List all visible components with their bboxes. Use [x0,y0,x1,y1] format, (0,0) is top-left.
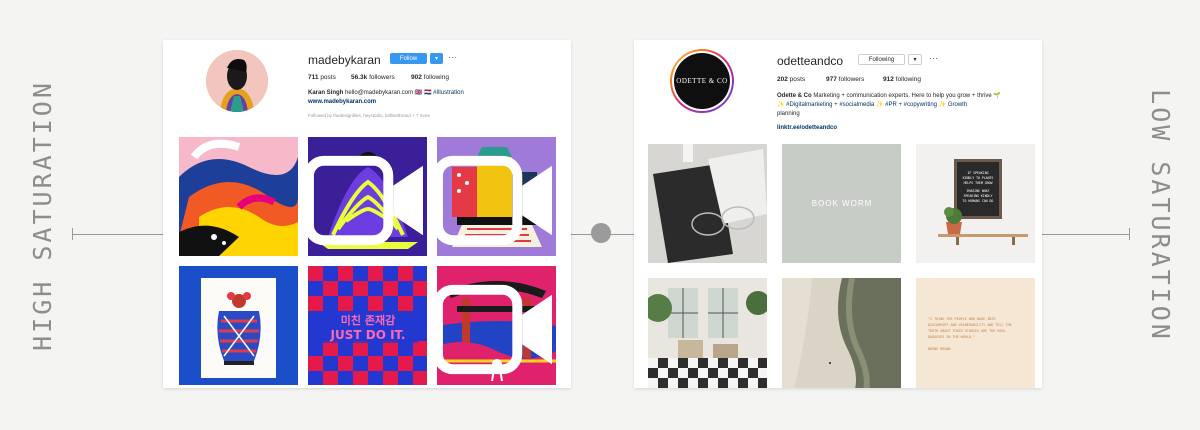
post-tile[interactable] [437,266,556,385]
post-tile[interactable] [308,137,427,256]
followers-count[interactable]: 977 followers [826,76,864,83]
svg-text:KINDLY TO PLANTS: KINDLY TO PLANTS [963,176,994,180]
post-tile[interactable] [179,137,298,256]
post-tile[interactable] [179,266,298,385]
svg-text:TRUTH ABOUT THEIR STORIES ARE: TRUTH ABOUT THEIR STORIES ARE THE REAL [928,329,1006,333]
post-tile[interactable] [782,278,901,388]
post-tile[interactable]: "I THINK THE PEOPLE WHO WADE INTO DISCOM… [916,278,1035,388]
high-saturation-label: HIGH SATURATION [27,79,57,351]
svg-text:BADASSES IN THE WORLD.": BADASSES IN THE WORLD." [928,335,975,339]
username: odetteandco [777,54,844,68]
followers-count[interactable]: 56.3k followers [351,74,395,81]
avatar-logo-text: ODETTE & CO [676,77,728,85]
axis-tick-left [72,228,73,240]
vase-illustration-image [179,266,298,385]
following-count[interactable]: 902 following [411,74,449,81]
avatar-illustration [206,50,268,112]
website-link[interactable]: linktr.ee/odetteandco [777,124,837,133]
post-tile[interactable] [648,278,767,388]
svg-text:"I THINK THE PEOPLE WHO WADE I: "I THINK THE PEOPLE WHO WADE INTO [928,317,995,321]
website-link[interactable]: www.madebykaran.com [308,98,376,107]
more-options-icon[interactable]: ··· [448,53,458,62]
post-tile[interactable]: 미친 존재감 JUST DO IT. [308,266,427,385]
book-worm-image: BOOK WORM [782,144,901,263]
book-worm-text: BOOK WORM [812,199,873,208]
post-tile[interactable]: IF SPEAKING KINDLY TO PLANTS HELPS THEM … [916,144,1035,263]
svg-text:JUST DO IT.: JUST DO IT. [330,328,406,342]
aerial-beach-image [782,278,901,388]
svg-text:DISCOMFORT AND VULNERABILITY A: DISCOMFORT AND VULNERABILITY AND TELL TH… [928,323,1012,327]
profile-odetteandco: ODETTE & CO odetteandco Following ▾ ··· … [634,40,1042,388]
low-saturation-label: LOW SATURATION [1145,88,1175,342]
following-button[interactable]: Following [858,54,905,65]
just-do-it-poster-image: 미친 존재감 JUST DO IT. [308,266,427,385]
post-tile[interactable] [437,137,556,256]
posts-count[interactable]: 202 posts [777,76,805,83]
letterboard-plant-image: IF SPEAKING KINDLY TO PLANTS HELPS THEM … [916,144,1035,263]
suggestions-dropdown-button[interactable]: ▾ [908,54,922,65]
video-icon [308,155,423,246]
following-count[interactable]: 912 following [883,76,921,83]
username: madebykaran [308,53,381,67]
post-tile[interactable]: BOOK WORM [782,144,901,263]
interior-room-image [648,278,767,388]
svg-text:TO HUMANS CAN DO: TO HUMANS CAN DO [963,199,994,203]
video-icon [437,155,552,246]
suggestions-dropdown-button[interactable]: ▾ [430,53,443,64]
axis-tick-right [1129,228,1130,240]
video-icon [437,284,552,375]
bio-hashtags[interactable]: ✨ #Digitalmarketing + #socialmedia ✨ #PR… [777,102,967,108]
post-tile[interactable] [648,144,767,263]
notebook-glasses-image [648,144,767,263]
axis-midpoint-dot [591,223,611,243]
profile-madebykaran: madebykaran Follow ▾ ··· 711 posts 56.3k… [163,40,571,388]
follow-button[interactable]: Follow [390,53,427,64]
svg-text:SPEAKING KINDLY: SPEAKING KINDLY [964,194,993,198]
posts-count[interactable]: 711 posts [308,74,336,81]
followed-by-text[interactable]: Followed by thedesignfiles, heystudio, b… [308,113,430,118]
svg-text:HELPS THEM GROW: HELPS THEM GROW [964,181,993,185]
bio: Karan Singh hello@madebykaran.com 🇬🇧 🇳🇱 … [308,90,464,96]
quote-card-image: "I THINK THE PEOPLE WHO WADE INTO DISCOM… [916,278,1035,388]
svg-text:IF SPEAKING: IF SPEAKING [967,171,988,175]
abstract-stripes-image [179,137,298,256]
quote-author: BRENÉ BROWN [928,346,950,351]
hashtag-link[interactable]: #Illustration [433,90,464,96]
svg-text:미친 존재감: 미친 존재감 [341,313,395,327]
more-options-icon[interactable]: ··· [929,54,939,63]
avatar[interactable]: ODETTE & CO [670,49,734,113]
avatar[interactable] [206,50,268,112]
svg-text:IMAGINE WHAT: IMAGINE WHAT [966,189,989,193]
bio: Odette & Co Marketing + communication ex… [777,93,1001,117]
